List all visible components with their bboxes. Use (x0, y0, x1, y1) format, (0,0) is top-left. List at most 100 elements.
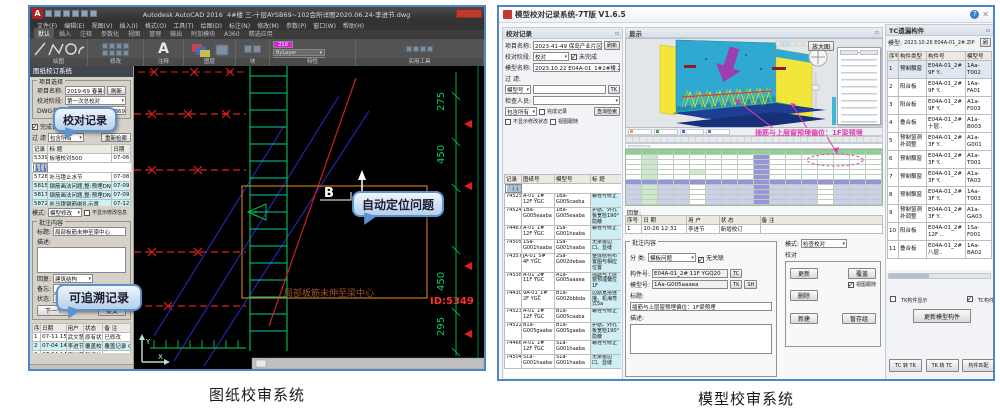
sheet-tab[interactable] (654, 129, 678, 135)
column-header[interactable]: 日期 (112, 145, 131, 154)
reply-select[interactable]: 建筑结构▾ (53, 274, 93, 283)
ribbon-tab[interactable]: 注释 (76, 28, 96, 39)
project-select[interactable]: 2023-41-49 保岛产业片区2H-02地块▾ (533, 41, 602, 50)
utility-tools-icon[interactable] (406, 46, 433, 52)
column-header[interactable]: 序号 (888, 52, 899, 61)
table-row[interactable]: 307-04 14:12李进节新增校订 (33, 351, 131, 354)
table-row[interactable]: 11叠合板E04A-01_2# 八层..1Aa-BA02 (888, 241, 992, 259)
sheet-tab[interactable] (706, 129, 730, 135)
autocad-logo-icon[interactable]: A (32, 8, 43, 19)
table-row[interactable]: 744309A-01_1# 2F YGCB1a-G002bbbda边筋宽搭连接、… (505, 290, 622, 308)
table-row[interactable]: 5817钢筋画法问题,整:预埋DN75止水节07-09 (33, 191, 131, 200)
ribbon-group-label[interactable]: 实用工具 (356, 58, 483, 66)
delete-button[interactable]: 删除 (790, 290, 818, 301)
column-header[interactable]: 日期 (41, 324, 67, 333)
ribbon-group-label[interactable]: 绘图 (30, 58, 87, 66)
unfinished-checkbox[interactable] (571, 54, 577, 60)
tk-to-tc-button[interactable]: TK 转 TC (926, 359, 959, 372)
table-row[interactable]: 5815钢筋画法问题,整:预埋DN75止水节07-09 (33, 182, 131, 191)
column-header[interactable]: 图纸号 (522, 175, 555, 184)
ribbon-tab[interactable]: 管理 (145, 28, 165, 39)
column-header[interactable]: 记录 (505, 175, 522, 184)
model-select[interactable]: 2023.10.22 E04A-01_1#2#楼.ZIP▾ (533, 63, 620, 72)
mode-select[interactable]: 模型修改▾ (48, 208, 82, 217)
search-button[interactable]: 重新检索 (101, 133, 131, 142)
linetype-select[interactable]: ByLayer▾ (273, 49, 325, 56)
palette-scrollbar[interactable] (30, 364, 133, 369)
checker-select[interactable]: ▾ (533, 96, 620, 105)
tk-display-checkbox[interactable] (890, 296, 896, 302)
table-row[interactable]: 74504S1a-G001haabaS1a-G001haaba无梁窗边口、显缝 (505, 355, 622, 369)
table-row[interactable]: 207-04 14:13李进节覆盖校订覆盖记录 07-04 14.. (33, 342, 131, 351)
drawing-canvas[interactable]: 局部板筋未伸至梁中心 ID:5349 B C 275 450 (134, 66, 484, 369)
component-grid[interactable] (625, 149, 883, 206)
save-button[interactable]: 暂存组 (842, 313, 876, 324)
quick-access-toolbar[interactable] (45, 10, 97, 17)
tk-button[interactable]: TK (730, 280, 742, 289)
follow-checkbox[interactable] (550, 119, 556, 125)
zoom-slider[interactable] (814, 73, 817, 109)
ribbon-tab[interactable]: 精选应用 (245, 28, 277, 39)
pin-icon[interactable]: ▫ (986, 27, 990, 34)
close-icon[interactable]: ✕ (982, 10, 989, 19)
ribbon-tab[interactable]: 默认 (34, 28, 54, 39)
pin-icon[interactable]: ▫ (615, 30, 619, 37)
contain-select[interactable]: 包含所有▾ (505, 107, 537, 116)
done-records-checkbox[interactable] (32, 124, 38, 130)
menu-item[interactable]: 帮助(H) (340, 21, 367, 30)
view-follow-checkbox[interactable] (848, 282, 854, 288)
redo-icon[interactable] (81, 10, 88, 17)
new-button[interactable]: 新建 (790, 313, 818, 324)
tc-display-checkbox[interactable] (967, 296, 973, 302)
tc-to-tk-button[interactable]: TC 转 TK (889, 359, 922, 372)
table-row[interactable]: 8预制飘窗E04A-01_2# 3F Y..1Aa-T003 (888, 187, 992, 205)
hide-status-checkbox[interactable] (505, 119, 511, 125)
table-row[interactable]: 74522B1a-G005gaabaB1a-G005gaaba护筋、外孔板宽检1… (505, 323, 622, 341)
help-icon[interactable]: ? (970, 10, 979, 19)
stage-select[interactable]: 第一次总校对▾ (65, 96, 126, 105)
menu-item[interactable]: 窗口(W) (310, 21, 339, 30)
table-row[interactable]: 74467A-01_1# 12F YGC1Sa-G001heaba螺栓号修正 (505, 226, 622, 240)
table-row[interactable]: 5预制窗洞补调整E04A-01_2# 3F Y..A1a-G001 (888, 133, 992, 151)
view-toolbar-icons[interactable] (776, 41, 809, 46)
column-header[interactable]: 序号 (33, 324, 41, 333)
table-row[interactable]: 74529A-01_2# 11F YGC1Aa-G005aaaea插筋与上层窗预… (505, 184, 522, 193)
table-row[interactable]: 5872补马镫钢筋绑扎示意07-12 (33, 200, 131, 207)
table-row[interactable]: 1预制飘窗E04A-01_2# 9F Y..1Aa-T002 (888, 61, 992, 79)
refresh-button[interactable]: 刷新 (107, 86, 126, 95)
model-viewport[interactable]: 放大图 (625, 38, 883, 128)
command-line[interactable] (252, 358, 484, 369)
save-icon[interactable] (63, 10, 70, 17)
properties-popup[interactable] (837, 47, 881, 125)
ribbon-tab[interactable]: 附加模块 (187, 28, 219, 39)
table-row[interactable]: 745241Ba-G005eaaba1Ba-G005eaaba护筋、外孔板宽检1… (505, 208, 622, 226)
ribbon-tab[interactable]: 视图 (124, 28, 144, 39)
column-header[interactable]: 状 态 (719, 216, 760, 225)
table-row[interactable]: 745051Sa-G001haaba1Sa-G001haaba无梁窗边口、显缝 (505, 240, 622, 254)
mode-select[interactable]: 检查校对▾ (801, 239, 847, 248)
column-header[interactable]: 用户 (66, 324, 83, 333)
update-button[interactable]: 更新 (790, 268, 818, 279)
sheet-tab[interactable] (680, 129, 704, 135)
open-icon[interactable] (54, 10, 61, 17)
table-row[interactable]: 3阳台板E04A-01_2# 9F Y..A1a-F003 (888, 97, 992, 115)
table-row[interactable]: 5339板墙校对50007-06 (33, 154, 131, 163)
ribbon-group-label[interactable]: 修改 (88, 58, 143, 66)
grid-row[interactable] (626, 200, 882, 205)
title-input[interactable]: 局部板筋未伸至梁中心 (53, 227, 126, 236)
ribbon-group-label[interactable]: 注释 (144, 58, 183, 66)
table-row[interactable]: 74538A-01_2# 11F YGCA1a-G005aaaea插筋与上层窗预… (505, 272, 622, 290)
ribbon-group-label[interactable]: 特性 (270, 58, 355, 66)
table-row[interactable]: 74523A-01_1# 12F YGCB1a-G005caaba螺栓号修正 (505, 309, 622, 323)
pin-icon[interactable]: ▫ (875, 29, 879, 36)
table-row[interactable]: 2阳台板E04A-01_2# 9F Y..1Aa-FA01 (888, 79, 992, 97)
hide-edits-checkbox[interactable] (84, 210, 90, 216)
table-row[interactable]: 4叠合板E04A-01_2# 十层..A1a-B003 (888, 115, 992, 133)
stage-select[interactable]: 校对▾ (533, 52, 569, 61)
column-header[interactable]: 构件类型 (899, 52, 927, 61)
table-row[interactable]: 74466A-01_1# 12F YGCS1a-G001haaba螺栓号修正 (505, 341, 622, 355)
table-row[interactable]: 7预制飘窗E04A-01_2# 3F Y..A1a-TA03 (888, 169, 992, 187)
column-header[interactable]: 标 题 (48, 145, 112, 154)
table-row[interactable]: 5726补马镫止水节07-08 (33, 173, 131, 182)
ribbon-group-label[interactable]: 块 (236, 58, 269, 66)
